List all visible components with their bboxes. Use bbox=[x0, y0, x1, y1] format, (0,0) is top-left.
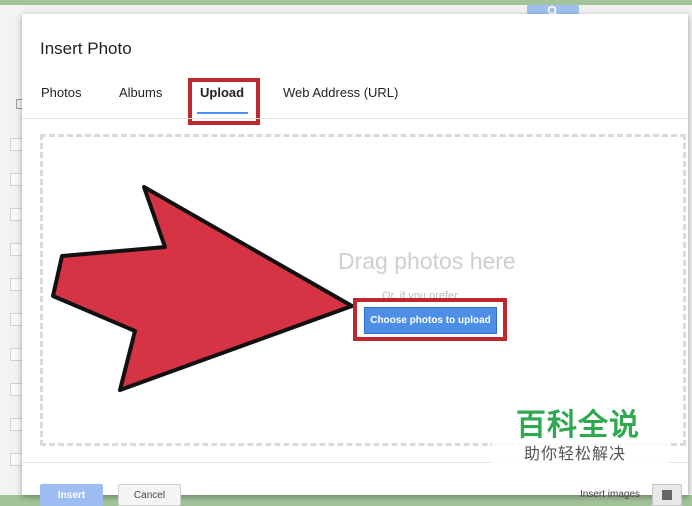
toggle-knob bbox=[662, 490, 672, 500]
watermark-title: 百科全说 bbox=[516, 408, 640, 443]
insert-images-toggle[interactable] bbox=[652, 484, 682, 506]
insert-button[interactable]: Insert bbox=[40, 484, 103, 506]
cancel-button[interactable]: Cancel bbox=[118, 484, 181, 506]
choose-photos-button[interactable]: Choose photos to upload bbox=[364, 307, 497, 334]
background-list-strip bbox=[0, 5, 24, 495]
watermark-subtitle: 助你轻松解决 bbox=[524, 444, 627, 463]
